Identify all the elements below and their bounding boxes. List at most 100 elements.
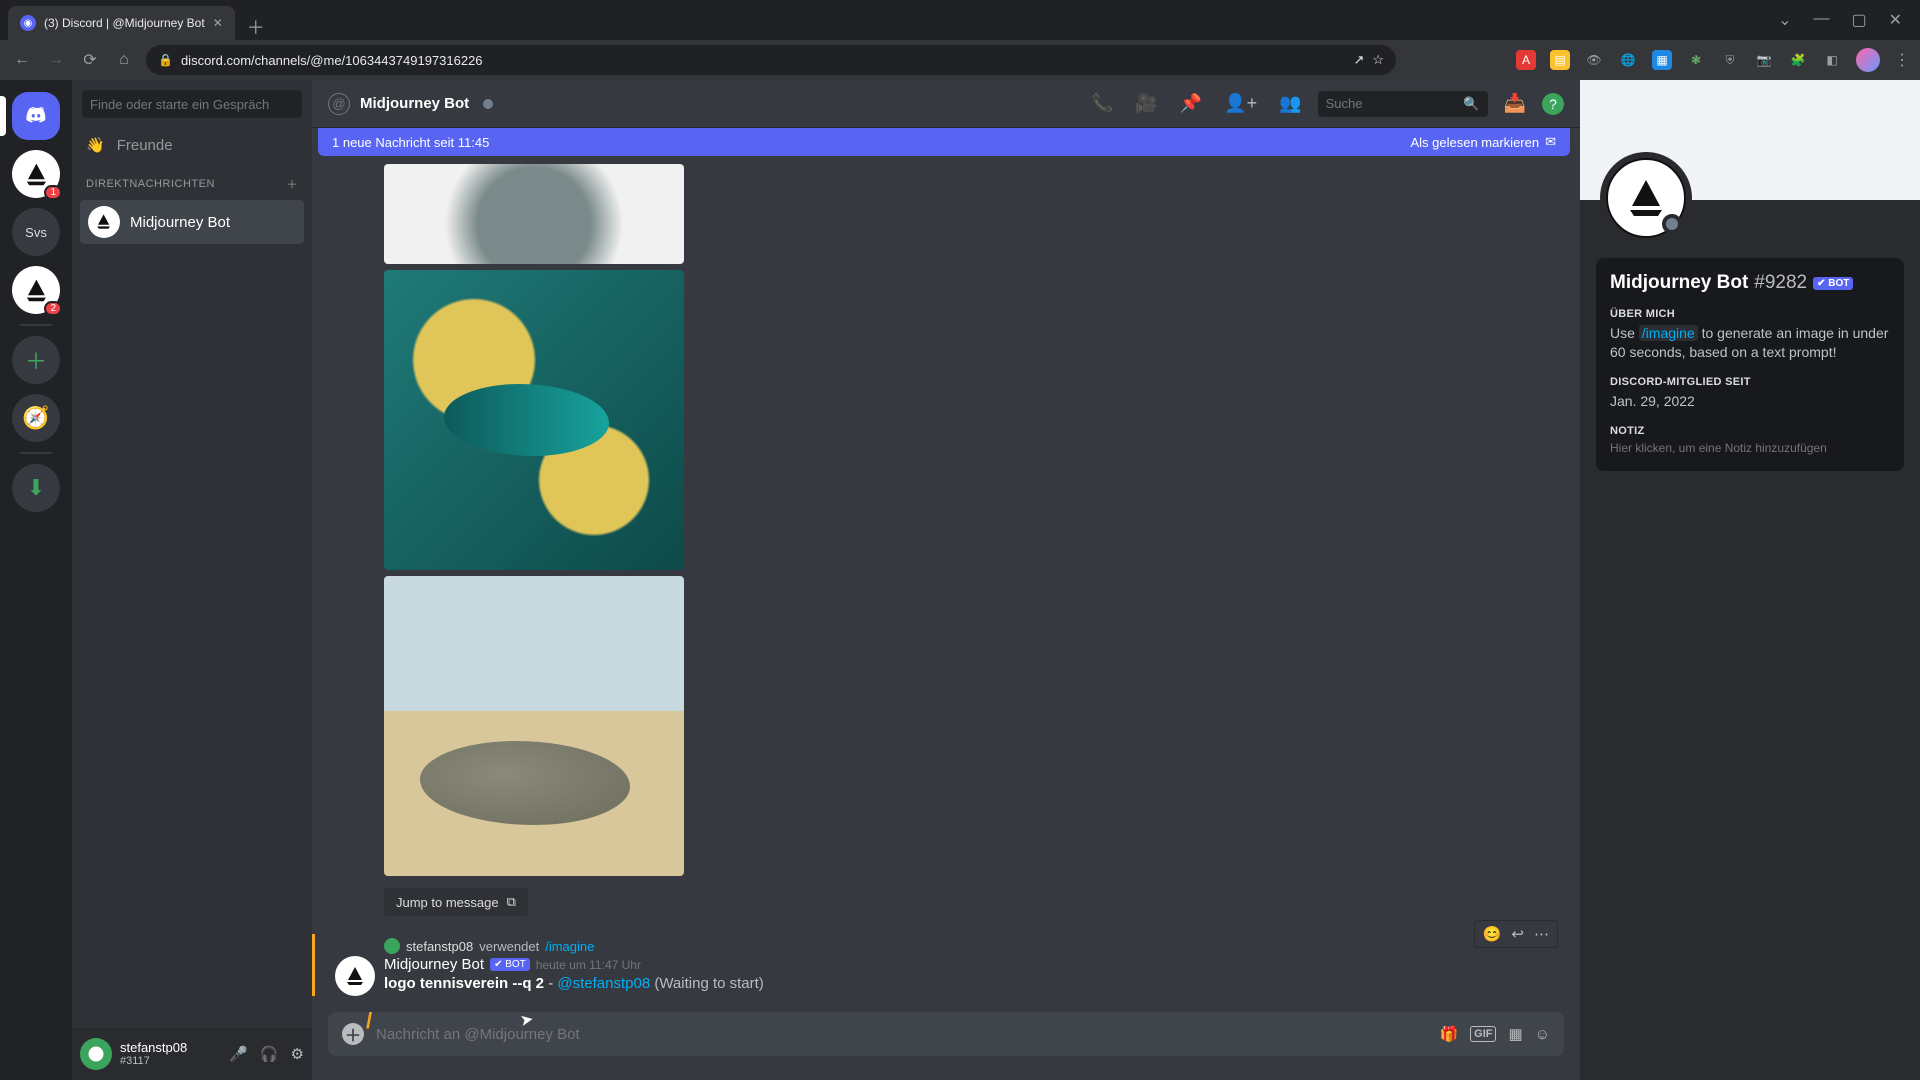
dm-sidebar: Finde oder starte ein Gespräch 👋 Freunde…	[72, 80, 312, 1080]
friends-label: Freunde	[117, 137, 173, 154]
user-avatar[interactable]	[80, 1038, 112, 1070]
nav-forward-icon[interactable]: →	[44, 51, 68, 69]
reply-context[interactable]: stefanstp08 verwendet /imagine	[384, 938, 1564, 954]
nav-home-icon[interactable]: ⌂	[112, 51, 136, 69]
sep: -	[544, 975, 557, 992]
reply-verb: verwendet	[479, 939, 539, 954]
sidebar-item-friends[interactable]: 👋 Freunde	[72, 128, 312, 162]
mention[interactable]: @stefanstp08	[557, 975, 650, 992]
extension-abp-icon[interactable]: A	[1516, 50, 1536, 70]
sticker-icon[interactable]: ▦	[1508, 1025, 1522, 1043]
video-call-icon[interactable]: 🎥	[1129, 93, 1163, 114]
extension-shield-icon[interactable]: ⛨	[1720, 50, 1740, 70]
share-icon[interactable]: ↗	[1353, 52, 1364, 68]
nav-back-icon[interactable]: ←	[10, 51, 34, 69]
gif-icon[interactable]: GIF	[1470, 1026, 1496, 1042]
headphones-icon[interactable]: 🎧	[260, 1045, 279, 1063]
rail-server-2[interactable]: 2	[12, 266, 60, 314]
address-bar[interactable]: 🔒 discord.com/channels/@me/1063443749197…	[146, 45, 1396, 75]
side-panel-icon[interactable]: ◧	[1822, 50, 1842, 70]
dm-item-label: Midjourney Bot	[130, 214, 230, 231]
rail-badge: 1	[44, 185, 62, 200]
rail-add-server[interactable]: ＋	[12, 336, 60, 384]
rail-separator	[20, 324, 52, 326]
image-attachment[interactable]	[384, 270, 684, 570]
add-reaction-icon[interactable]: 😊	[1483, 925, 1502, 943]
help-icon[interactable]: ?	[1542, 93, 1564, 115]
jump-label: Jump to message	[396, 895, 499, 910]
discord-favicon: ◉	[20, 15, 36, 31]
pinned-messages-icon[interactable]: 📌	[1174, 93, 1208, 114]
gift-icon[interactable]: 🎁	[1439, 1025, 1458, 1043]
friends-icon: 👋	[86, 136, 105, 154]
rail-explore[interactable]: 🧭	[12, 394, 60, 442]
rail-download[interactable]: ⬇	[12, 464, 60, 512]
tab-close-icon[interactable]: ✕	[213, 16, 223, 30]
extension-eye-icon[interactable]: 👁	[1584, 50, 1604, 70]
extension-globe-icon[interactable]: 🌐	[1618, 50, 1638, 70]
dm-avatar	[88, 206, 120, 238]
rail-home[interactable]	[12, 92, 60, 140]
more-icon[interactable]: ⋯	[1534, 925, 1549, 943]
dm-add-icon[interactable]: ＋	[287, 176, 299, 192]
add-friend-icon[interactable]: 👤+	[1218, 93, 1263, 114]
settings-gear-icon[interactable]: ⚙	[291, 1045, 304, 1063]
message-composer[interactable]: / ＋ Nachricht an @Midjourney Bot 🎁 GIF ▦…	[328, 1012, 1564, 1056]
dm-item-midjourney[interactable]: Midjourney Bot	[80, 200, 304, 244]
extensions-puzzle-icon[interactable]: 🧩	[1788, 50, 1808, 70]
rail-label: Svs	[25, 225, 47, 240]
attach-plus-icon[interactable]: ＋	[342, 1023, 364, 1045]
image-attachment[interactable]	[384, 576, 684, 876]
lock-icon: 🔒	[158, 53, 173, 67]
reply-avatar	[384, 938, 400, 954]
reply-user: stefanstp08	[406, 939, 473, 954]
bookmark-star-icon[interactable]: ☆	[1372, 52, 1384, 68]
browser-tab[interactable]: ◉ (3) Discord | @Midjourney Bot ✕	[8, 6, 235, 40]
bot-badge: ✔ BOT	[1813, 277, 1853, 290]
status-offline-icon	[1662, 214, 1682, 234]
rail-server-mj[interactable]: 1	[12, 150, 60, 198]
channel-title: Midjourney Bot	[360, 95, 469, 112]
note-input[interactable]	[1610, 441, 1890, 455]
profile-avatar[interactable]	[1606, 158, 1686, 238]
chevron-down-icon[interactable]: ⌄	[1778, 10, 1791, 30]
message-content: logo tennisverein --q 2 - @stefanstp08 (…	[384, 975, 1564, 992]
mic-mute-icon[interactable]: 🎤	[229, 1045, 248, 1063]
search-placeholder: Suche	[1326, 96, 1363, 111]
extension-camera-icon[interactable]: 📷	[1754, 50, 1774, 70]
new-messages-banner[interactable]: 1 neue Nachricht seit 11:45 Als gelesen …	[318, 128, 1570, 156]
message-list[interactable]: Jump to message ⧉ 😊 ↩ ⋯ stefanstp08 verw…	[312, 156, 1580, 1012]
member-since-header: DISCORD-MITGLIED SEIT	[1610, 376, 1890, 388]
message-search-input[interactable]: Suche 🔍	[1318, 91, 1488, 117]
new-tab-button[interactable]: ＋	[235, 14, 277, 40]
nav-reload-icon[interactable]: ⟳	[78, 50, 102, 70]
server-rail: 1 Svs 2 ＋ 🧭 ⬇	[0, 80, 72, 1080]
message-avatar[interactable]	[335, 956, 375, 996]
discord-logo-icon	[23, 103, 49, 129]
profile-avatar-icon[interactable]	[1856, 48, 1880, 72]
channel-header: @ Midjourney Bot 📞 🎥 📌 👤+ 👥 Suche 🔍 📥 ?	[312, 80, 1580, 128]
message-author[interactable]: Midjourney Bot	[384, 956, 484, 973]
search-icon: 🔍	[1463, 96, 1479, 112]
discord-logo-icon	[87, 1045, 105, 1063]
extension-leaf-icon[interactable]: ❃	[1686, 50, 1706, 70]
dm-search-input[interactable]: Finde oder starte ein Gespräch	[82, 90, 302, 118]
user-profile-toggle-icon[interactable]: 👥	[1273, 93, 1307, 114]
reply-icon[interactable]: ↩	[1511, 925, 1524, 943]
inbox-icon[interactable]: 📥	[1498, 93, 1532, 114]
extension-grid-icon[interactable]: ▦	[1652, 50, 1672, 70]
jump-to-message-button[interactable]: Jump to message ⧉	[384, 888, 528, 916]
image-attachment[interactable]	[384, 164, 684, 264]
emoji-icon[interactable]: ☺	[1535, 1026, 1550, 1043]
rail-server-svs[interactable]: Svs	[12, 208, 60, 256]
voice-call-icon[interactable]: 📞	[1085, 93, 1119, 114]
window-maximize-icon[interactable]: ▢	[1851, 10, 1866, 30]
window-close-icon[interactable]: ✕	[1889, 10, 1902, 30]
rail-separator	[20, 452, 52, 454]
about-command: /imagine	[1639, 325, 1698, 341]
extension-notes-icon[interactable]: ▤	[1550, 50, 1570, 70]
window-minimize-icon[interactable]: —	[1813, 10, 1829, 30]
chrome-menu-icon[interactable]: ⋮	[1894, 50, 1910, 70]
about-text: Use /imagine to generate an image in und…	[1610, 324, 1890, 362]
message-timestamp: heute um 11:47 Uhr	[536, 958, 641, 972]
